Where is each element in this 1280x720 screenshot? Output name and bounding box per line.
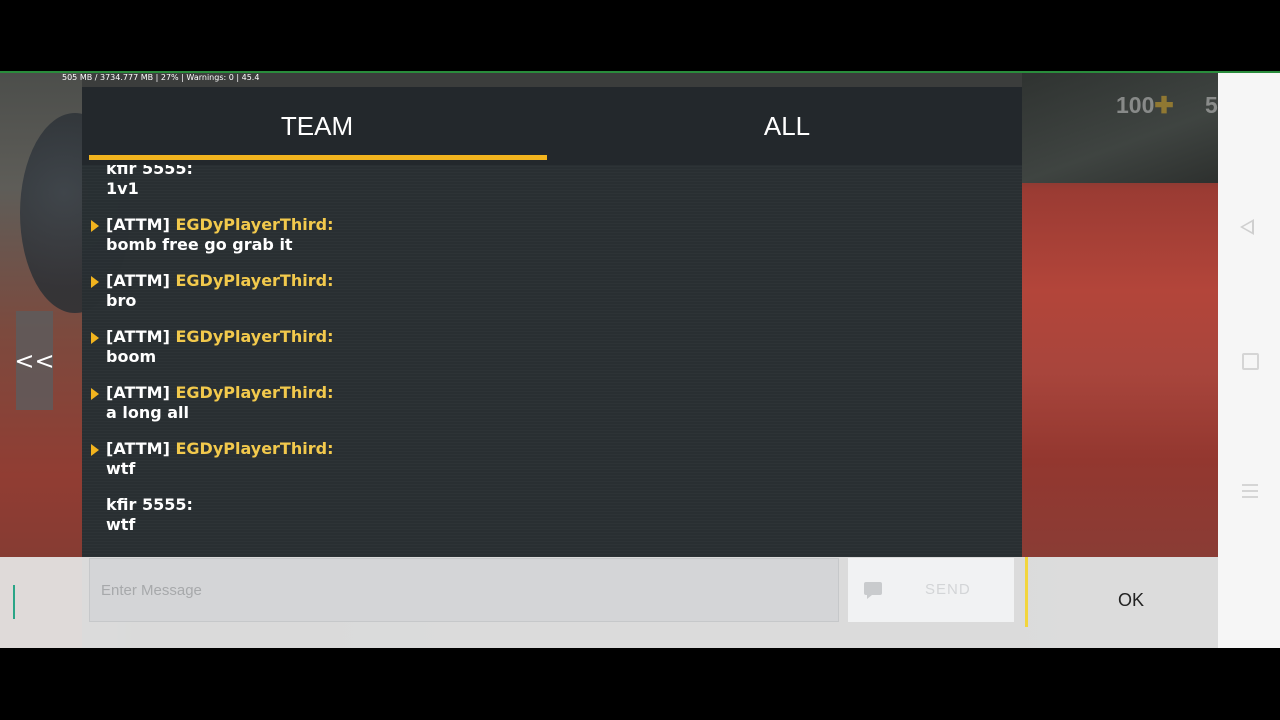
chat-message: [ATTM] EGDyPlayerThird: boom [91, 327, 334, 367]
chat-message: kfir 5555: wtf [106, 495, 193, 535]
team-marker-icon [91, 444, 99, 456]
message-text: bomb free go grab it [106, 235, 293, 254]
message-tag: [ATTM] [106, 271, 170, 290]
menu-lines-icon[interactable] [1242, 484, 1258, 502]
tab-all[interactable]: ALL [552, 87, 1022, 165]
message-author: EGDyPlayerThird: [175, 327, 334, 346]
message-author: kfir 5555: [106, 495, 193, 514]
chat-message: [ATTM] EGDyPlayerThird: a long all [91, 383, 334, 423]
back-triangle-icon-inner [1243, 222, 1252, 232]
home-square-icon[interactable] [1242, 353, 1259, 370]
chat-input-bar: SEND OK [0, 557, 1218, 648]
chat-message: [ATTM] EGDyPlayerThird: bomb free go gra… [91, 215, 334, 255]
message-text: 1v1 [106, 179, 139, 198]
game-scene-wall [1022, 73, 1218, 183]
team-marker-icon [91, 220, 99, 232]
text-cursor [13, 585, 15, 619]
message-input[interactable] [89, 558, 839, 622]
chat-message: [ATTM] EGDyPlayerThird: bro [91, 271, 334, 311]
plus-icon: ✚ [1154, 92, 1174, 118]
message-text: wtf [106, 515, 136, 534]
send-button[interactable]: SEND [848, 558, 1014, 622]
chat-tabs: TEAM ALL [82, 87, 1022, 165]
chat-panel: TEAM ALL kfir 5555: 1v1 [ATTM] EGDyPlaye… [82, 87, 1022, 557]
message-text: boom [106, 347, 157, 366]
team-marker-icon [91, 276, 99, 288]
chat-bubble-icon [864, 582, 882, 599]
message-tag: [ATTM] [106, 383, 170, 402]
team-marker-icon [91, 388, 99, 400]
tab-team[interactable]: TEAM [82, 87, 552, 165]
hud-armor: 5 [1205, 92, 1218, 118]
message-author: EGDyPlayerThird: [175, 383, 334, 402]
message-author: EGDyPlayerThird: [175, 271, 334, 290]
input-divider [1025, 557, 1028, 627]
ok-button[interactable]: OK [1118, 590, 1144, 611]
collapse-chat-button[interactable]: << [14, 311, 55, 410]
team-marker-icon [91, 332, 99, 344]
debug-stats: 505 MB / 3734.777 MB | 27% | Warnings: 0… [62, 73, 260, 82]
message-author: kfir 5555: [106, 165, 193, 178]
message-tag: [ATTM] [106, 439, 170, 458]
hud-health: 100✚ [1116, 92, 1174, 119]
game-screen: 505 MB / 3734.777 MB | 27% | Warnings: 0… [0, 73, 1280, 648]
chat-message: kfir 5555: 1v1 [106, 165, 193, 199]
android-nav-bar [1218, 73, 1280, 648]
health-value: 100 [1116, 92, 1155, 118]
send-label: SEND [925, 581, 971, 598]
message-text: wtf [106, 459, 136, 478]
message-author: EGDyPlayerThird: [175, 439, 334, 458]
chat-message: [ATTM] EGDyPlayerThird: wtf [91, 439, 334, 479]
message-text: bro [106, 291, 137, 310]
message-text: a long all [106, 403, 190, 422]
message-author: EGDyPlayerThird: [175, 215, 334, 234]
chat-message-list[interactable]: kfir 5555: 1v1 [ATTM] EGDyPlayerThird: b… [82, 165, 1022, 557]
active-tab-indicator [89, 155, 547, 160]
message-tag: [ATTM] [106, 215, 170, 234]
message-tag: [ATTM] [106, 327, 170, 346]
